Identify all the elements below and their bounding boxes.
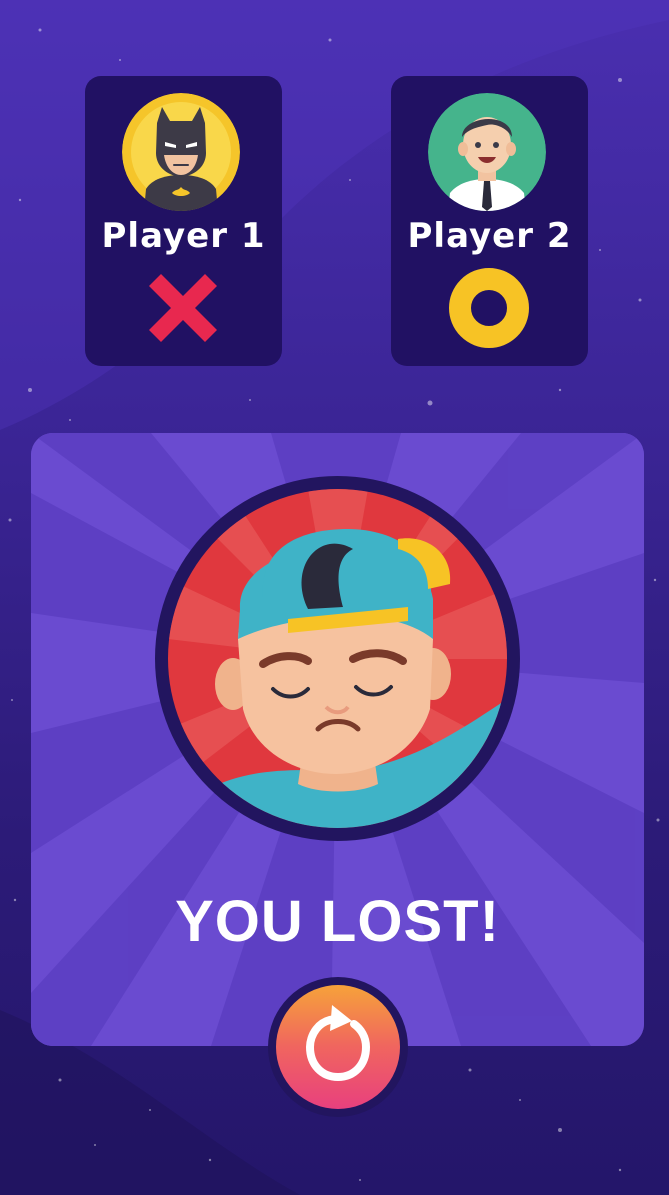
replay-button[interactable] — [276, 985, 400, 1109]
x-mark-icon — [143, 268, 223, 348]
player-2-name: Player 2 — [407, 216, 572, 256]
businessman-avatar-icon — [428, 93, 546, 211]
o-mark-icon — [449, 268, 529, 348]
player-card-2: Player 2 — [391, 76, 588, 366]
result-panel: YOU LOST! — [31, 433, 644, 1046]
result-message: YOU LOST! — [175, 889, 500, 954]
result-portrait — [155, 476, 520, 841]
sad-boy-cap-icon — [168, 489, 507, 828]
batman-avatar-icon — [122, 93, 240, 211]
player-card-1: Player 1 — [85, 76, 282, 366]
player-1-name: Player 1 — [101, 216, 266, 256]
replay-icon — [305, 1005, 371, 1082]
